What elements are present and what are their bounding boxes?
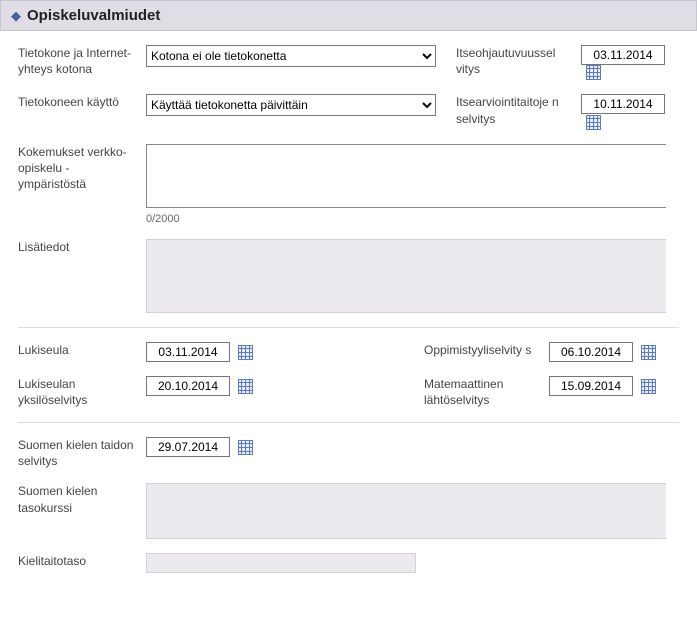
lukiseula-yks-date[interactable]: [146, 376, 230, 396]
language-level-readonly: [146, 553, 416, 573]
math-label: Matemaattinen lähtöselvitys: [424, 376, 549, 408]
separator: [18, 327, 679, 328]
section-header: ◆ Opiskeluvalmiudet: [0, 0, 697, 31]
self-direction-date[interactable]: [581, 45, 665, 65]
lukiseula-yks-label: Lukiseulan yksilöselvitys: [18, 376, 146, 408]
learning-style-date[interactable]: [549, 342, 633, 362]
self-direction-label: Itseohjautuvuussel vitys: [456, 45, 581, 77]
computer-use-select[interactable]: Käyttää tietokonetta päivittäin: [146, 94, 436, 116]
computer-home-select[interactable]: Kotona ei ole tietokonetta: [146, 45, 436, 67]
learning-style-label: Oppimistyyliselvity s: [424, 342, 549, 358]
self-assessment-label: Itsearviointitaitoje n selvitys: [456, 94, 581, 126]
finnish-skill-date[interactable]: [146, 437, 230, 457]
lukiseula-label: Lukiseula: [18, 342, 146, 358]
calendar-icon[interactable]: [641, 379, 656, 394]
math-date[interactable]: [549, 376, 633, 396]
computer-home-label: Tietokone ja Internet-yhteys kotona: [18, 45, 146, 77]
computer-use-label: Tietokoneen käyttö: [18, 94, 146, 110]
finnish-skill-label: Suomen kielen taidon selvitys: [18, 437, 146, 469]
calendar-icon[interactable]: [238, 440, 253, 455]
lukiseula-date[interactable]: [146, 342, 230, 362]
finnish-level-label: Suomen kielen tasokurssi: [18, 483, 146, 515]
form-content: Tietokone ja Internet-yhteys kotona Koto…: [0, 31, 697, 587]
extra-readonly: [146, 239, 666, 313]
calendar-icon[interactable]: [238, 379, 253, 394]
calendar-icon[interactable]: [586, 115, 601, 130]
finnish-level-readonly: [146, 483, 666, 539]
experience-textarea[interactable]: [146, 144, 666, 208]
language-level-label: Kielitaitotaso: [18, 553, 146, 569]
calendar-icon[interactable]: [238, 345, 253, 360]
collapse-icon[interactable]: ◆: [11, 9, 21, 22]
experience-counter: 0/2000: [146, 213, 679, 225]
calendar-icon[interactable]: [641, 345, 656, 360]
page-title: Opiskeluvalmiudet: [27, 7, 160, 24]
calendar-icon[interactable]: [586, 65, 601, 80]
separator: [18, 422, 679, 423]
extra-label: Lisätiedot: [18, 239, 146, 255]
experience-label: Kokemukset verkko-opiskelu -ympäristöstä: [18, 144, 146, 193]
self-assessment-date[interactable]: [581, 94, 665, 114]
